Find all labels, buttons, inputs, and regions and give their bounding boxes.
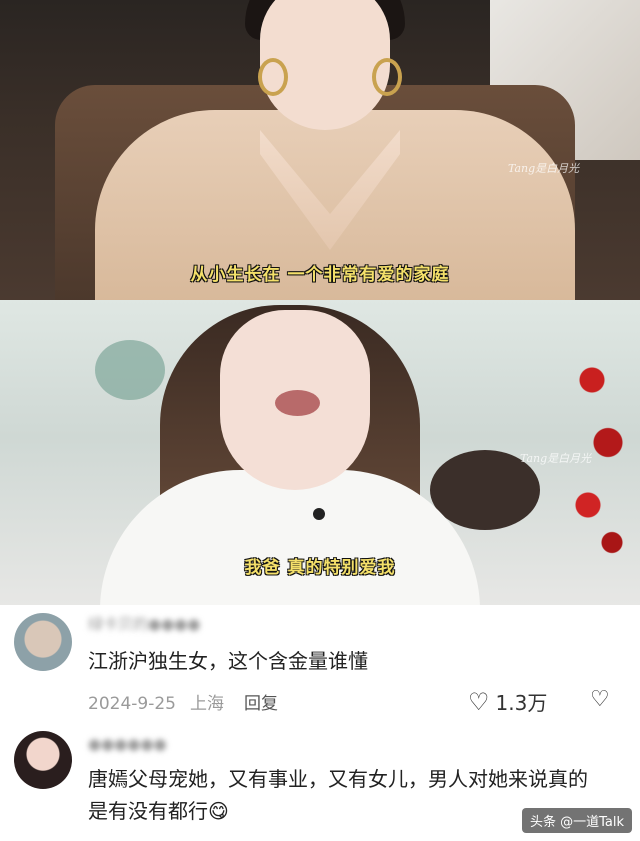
username-text: ●●●●●● <box>88 735 167 753</box>
earring-left <box>258 58 288 96</box>
comment-location: 上海 <box>189 694 224 714</box>
broken-heart-icon[interactable]: ♡ <box>590 687 610 712</box>
comment-meta: 2024-9-25 上海 回复 <box>88 689 292 714</box>
earring-right <box>372 58 402 96</box>
background-teapot <box>95 340 165 400</box>
username[interactable]: 绿卡贝的●●●● <box>88 613 200 634</box>
open-mouth <box>275 390 320 416</box>
reply-button[interactable]: 回复 <box>244 694 278 714</box>
watermark: Tang是白月光 <box>520 452 592 465</box>
username[interactable]: ●●●●●● <box>88 735 167 753</box>
comment-text: 江浙沪独生女，这个含金量谁懂 <box>88 649 368 673</box>
watermark: Tang是白月光 <box>508 162 580 175</box>
source-tag: 头条 @一道Talk <box>521 808 632 833</box>
video-frame-2: Tang是白月光 我爸 真的特别爱我 <box>0 300 640 605</box>
subtitle: 从小生长在 一个非常有爱的家庭 <box>190 265 450 285</box>
subtitle: 我爸 真的特别爱我 <box>244 558 396 578</box>
white-shirt <box>100 470 480 605</box>
like-button[interactable]: ♡ 1.3万 <box>468 687 547 716</box>
comment-item: 绿卡贝的●●●● 江浙沪独生女，这个含金量谁懂 2024-9-25 上海 回复 ♡ … <box>0 605 640 725</box>
microphone <box>313 508 325 520</box>
avatar[interactable] <box>14 613 72 671</box>
video-frame-1: Tang是白月光 从小生长在 一个非常有爱的家庭 <box>0 0 640 300</box>
like-count: 1.3万 <box>495 691 548 715</box>
comment-date: 2024-9-25 <box>88 694 176 714</box>
heart-icon: ♡ <box>468 687 490 716</box>
avatar[interactable] <box>14 731 72 789</box>
